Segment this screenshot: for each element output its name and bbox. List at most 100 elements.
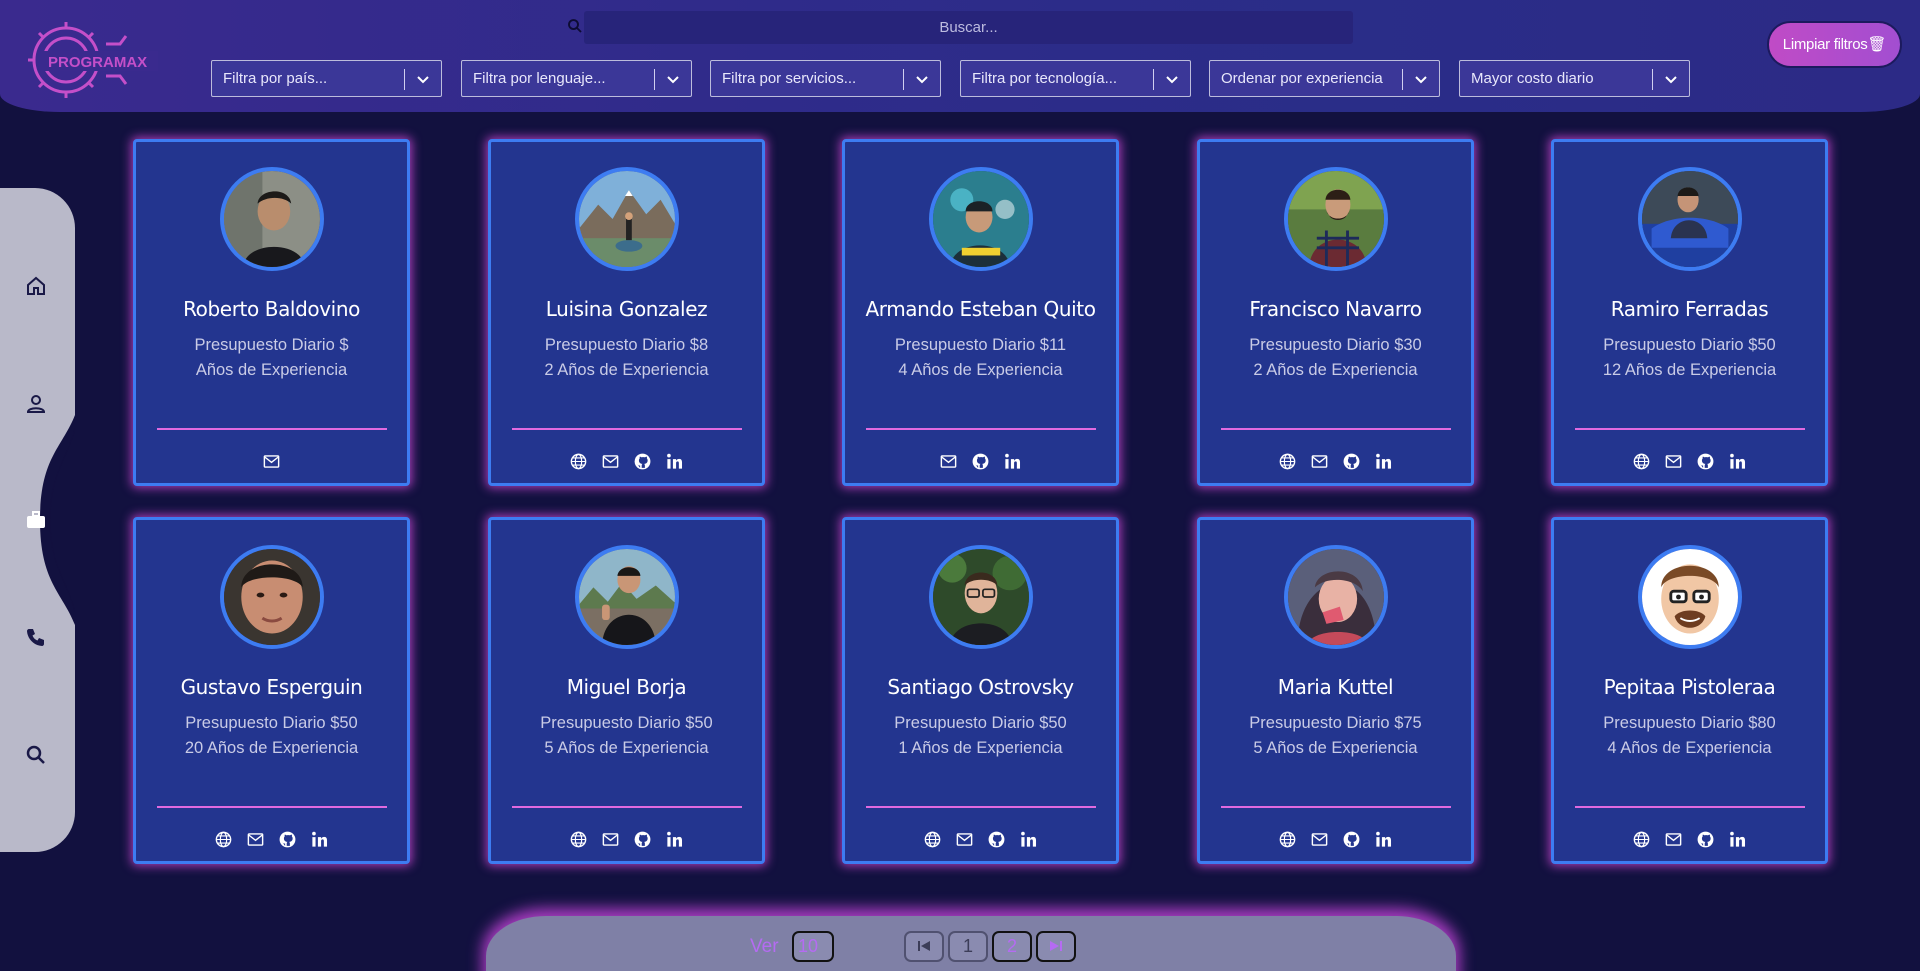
per-page-select[interactable]: 10 — [792, 931, 834, 962]
filter-services-select[interactable]: Filtra por servicios... — [710, 60, 941, 97]
mail-icon[interactable] — [1664, 830, 1683, 849]
globe-icon[interactable] — [1278, 452, 1297, 471]
github-icon[interactable] — [633, 830, 652, 849]
github-icon[interactable] — [987, 830, 1006, 849]
developer-name: Luisina Gonzalez — [545, 297, 708, 321]
developer-card[interactable]: Roberto Baldovino Presupuesto Diario $ Año… — [133, 139, 410, 486]
last-page-button[interactable] — [1036, 931, 1076, 962]
search-icon — [568, 19, 582, 33]
filter-label: Filtra por país... — [223, 70, 328, 87]
daily-budget: Presupuesto Diario $30 — [1249, 336, 1422, 354]
developer-card[interactable]: Francisco Navarro Presupuesto Diario $30 2… — [1197, 139, 1474, 486]
developer-card[interactable]: Armando Esteban Quito Presupuesto Diario … — [842, 139, 1119, 486]
linkedin-icon[interactable] — [1019, 830, 1038, 849]
github-icon[interactable] — [971, 452, 990, 471]
filter-technology-select[interactable]: Filtra por tecnología... — [960, 60, 1191, 97]
avatar[interactable] — [1638, 167, 1742, 271]
years-experience: 5 Años de Experiencia — [544, 739, 709, 757]
daily-budget: Presupuesto Diario $50 — [185, 714, 358, 732]
filter-label: Ordenar por experiencia — [1221, 70, 1383, 87]
globe-icon[interactable] — [569, 830, 588, 849]
globe-icon[interactable] — [1632, 452, 1651, 471]
developer-card[interactable]: Maria Kuttel Presupuesto Diario $75 5 Años… — [1197, 517, 1474, 864]
linkedin-icon[interactable] — [1003, 452, 1022, 471]
mail-icon[interactable] — [601, 830, 620, 849]
globe-icon[interactable] — [1632, 830, 1651, 849]
linkedin-icon[interactable] — [310, 830, 329, 849]
mail-icon[interactable] — [939, 452, 958, 471]
divider — [157, 806, 387, 808]
github-icon[interactable] — [633, 452, 652, 471]
mail-icon[interactable] — [1310, 452, 1329, 471]
search-icon[interactable] — [24, 743, 48, 767]
sort-cost-select[interactable]: Mayor costo diario — [1459, 60, 1690, 97]
divider — [1575, 806, 1805, 808]
daily-budget: Presupuesto Diario $75 — [1249, 714, 1422, 732]
developer-card[interactable]: Ramiro Ferradas Presupuesto Diario $50 12 … — [1551, 139, 1828, 486]
phone-icon[interactable] — [24, 625, 48, 649]
mail-icon[interactable] — [601, 452, 620, 471]
mail-icon[interactable] — [262, 452, 281, 471]
social-links — [136, 828, 407, 850]
developer-card[interactable]: Pepitaa Pistoleraa Presupuesto Diario $80… — [1551, 517, 1828, 864]
avatar[interactable] — [220, 545, 324, 649]
home-icon[interactable] — [24, 274, 48, 298]
filter-language-select[interactable]: Filtra por lenguaje... — [461, 60, 692, 97]
page-1-button[interactable]: 1 — [948, 931, 988, 962]
mail-icon[interactable] — [246, 830, 265, 849]
avatar[interactable] — [929, 167, 1033, 271]
years-experience: 2 Años de Experiencia — [1253, 361, 1418, 379]
years-experience: 4 Años de Experiencia — [1607, 739, 1772, 757]
linkedin-icon[interactable] — [1374, 452, 1393, 471]
briefcase-icon[interactable] — [24, 508, 48, 532]
avatar[interactable] — [1284, 545, 1388, 649]
daily-budget: Presupuesto Diario $50 — [894, 714, 1067, 732]
social-links — [1554, 450, 1825, 472]
avatar[interactable] — [575, 545, 679, 649]
github-icon[interactable] — [278, 830, 297, 849]
person-icon[interactable] — [24, 392, 48, 416]
linkedin-icon[interactable] — [1728, 830, 1747, 849]
github-icon[interactable] — [1342, 830, 1361, 849]
divider — [903, 69, 904, 90]
clear-filters-button[interactable]: Limpiar filtros🗑 — [1767, 21, 1902, 68]
search-input[interactable] — [584, 11, 1353, 44]
developer-name: Francisco Navarro — [1249, 297, 1422, 321]
globe-icon[interactable] — [923, 830, 942, 849]
developer-card[interactable]: Gustavo Esperguin Presupuesto Diario $50 2… — [133, 517, 410, 864]
globe-icon[interactable] — [569, 452, 588, 471]
first-page-button[interactable] — [904, 931, 944, 962]
github-icon[interactable] — [1696, 830, 1715, 849]
avatar[interactable] — [929, 545, 1033, 649]
mail-icon[interactable] — [1664, 452, 1683, 471]
github-icon[interactable] — [1342, 452, 1361, 471]
globe-icon[interactable] — [1278, 830, 1297, 849]
mail-icon[interactable] — [1310, 830, 1329, 849]
per-page-label: Ver — [750, 936, 779, 957]
chevron-down-icon — [916, 76, 928, 84]
avatar[interactable] — [1284, 167, 1388, 271]
linkedin-icon[interactable] — [1728, 452, 1747, 471]
chevron-down-icon — [1415, 76, 1427, 84]
github-icon[interactable] — [1696, 452, 1715, 471]
developer-card[interactable]: Santiago Ostrovsky Presupuesto Diario $50… — [842, 517, 1119, 864]
linkedin-icon[interactable] — [665, 452, 684, 471]
page-2-button[interactable]: 2 — [992, 931, 1032, 962]
filter-country-select[interactable]: Filtra por país... — [211, 60, 442, 97]
developer-name: Armando Esteban Quito — [865, 297, 1096, 321]
linkedin-icon[interactable] — [665, 830, 684, 849]
sort-experience-select[interactable]: Ordenar por experiencia — [1209, 60, 1440, 97]
avatar[interactable] — [575, 167, 679, 271]
programax-logo[interactable]: PROGRAMAX — [18, 14, 163, 102]
years-experience: 12 Años de Experiencia — [1602, 361, 1777, 379]
globe-icon[interactable] — [214, 830, 233, 849]
linkedin-icon[interactable] — [1374, 830, 1393, 849]
developer-card[interactable]: Luisina Gonzalez Presupuesto Diario $8 2 A… — [488, 139, 765, 486]
developer-card[interactable]: Miguel Borja Presupuesto Diario $50 5 Años… — [488, 517, 765, 864]
avatar[interactable] — [1638, 545, 1742, 649]
years-experience: 2 Años de Experiencia — [544, 361, 709, 379]
avatar[interactable] — [220, 167, 324, 271]
mail-icon[interactable] — [955, 830, 974, 849]
skip-first-icon — [918, 941, 930, 951]
daily-budget: Presupuesto Diario $50 — [540, 714, 713, 732]
